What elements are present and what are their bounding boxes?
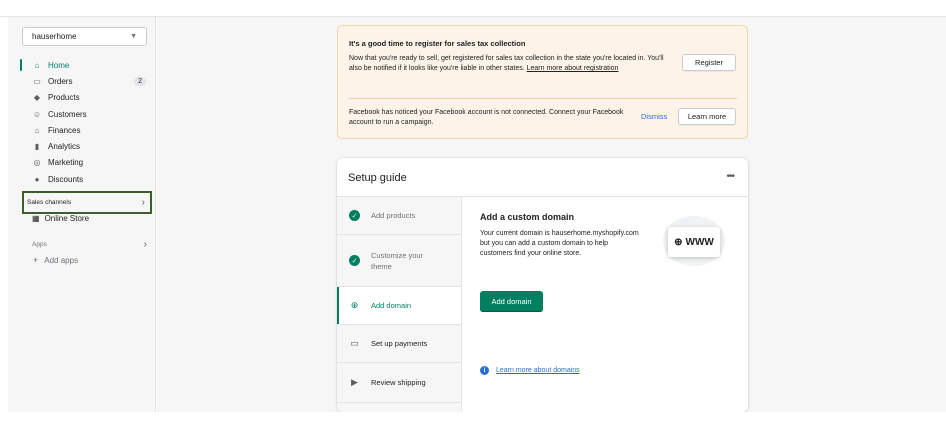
add-apps-link[interactable]: + Add apps <box>33 255 78 265</box>
sidebar-item-label: Customers <box>48 109 87 119</box>
sidebar-item-label: Online Store <box>44 214 90 223</box>
sidebar-item-label: Discounts <box>48 174 84 184</box>
step-label: Add domain <box>371 301 412 310</box>
registration-link[interactable]: Learn more about registration <box>527 65 619 72</box>
apps-header[interactable]: Apps › <box>32 239 147 250</box>
sidebar-item-discounts[interactable]: ● Discounts <box>20 171 150 187</box>
sidebar-item-label: Products <box>48 93 80 103</box>
bank-icon: ⌂ <box>34 125 40 135</box>
step-customize-theme[interactable]: ✓ Customize your theme <box>337 235 461 287</box>
top-bar <box>0 0 946 17</box>
sidebar-item-label: Home <box>48 60 70 70</box>
more-actions-button[interactable]: ••• <box>726 171 734 182</box>
facebook-notice-text: Facebook has noticed your Facebook accou… <box>349 109 624 126</box>
store-icon: ▦ <box>32 214 40 223</box>
add-apps-label: Add apps <box>44 255 79 265</box>
learn-more-domains: i Learn more about domains <box>480 366 580 375</box>
sales-tax-banner: It's a good time to register for sales t… <box>337 25 748 139</box>
orders-icon: ▭ <box>33 76 41 86</box>
sales-channels-label: Sales channels <box>27 199 72 206</box>
sidebar-item-home[interactable]: ⌂ Home <box>20 57 150 73</box>
detail-title: Add a custom domain <box>480 212 575 222</box>
store-selector[interactable]: hauserhome ▼ <box>22 27 147 46</box>
step-label: Customize your theme <box>371 250 424 271</box>
sidebar-item-label: Finances <box>48 125 81 135</box>
sidebar-item-label: Marketing <box>48 158 84 168</box>
step-add-products[interactable]: ✓ Add products <box>337 197 461 235</box>
store-name: hauserhome <box>32 32 77 41</box>
step-label: Set up payments <box>371 339 428 348</box>
globe-icon: ⊕ <box>350 300 359 310</box>
register-button[interactable]: Register <box>682 54 736 71</box>
banner-title: It's a good time to register for sales t… <box>349 39 526 48</box>
banner-divider <box>349 98 737 99</box>
www-illustration: ⊕ WWW <box>668 227 720 257</box>
step-label: Review shipping <box>371 378 426 387</box>
bottom-strip <box>0 412 946 425</box>
learn-more-domains-link[interactable]: Learn more about domains <box>496 367 580 374</box>
setup-guide-card: Setup guide ••• ✓ Add products ✓ Customi… <box>337 158 748 412</box>
chevron-right-icon: › <box>143 239 147 250</box>
sidebar-item-analytics[interactable]: ▮ Analytics <box>20 138 150 154</box>
person-icon: ☺ <box>32 109 42 119</box>
target-icon: ◎ <box>33 158 41 168</box>
sales-channels-header[interactable]: Sales channels › <box>22 191 152 214</box>
apps-label: Apps <box>32 241 47 248</box>
detail-text: Your current domain is hauserhome.myshop… <box>480 230 639 257</box>
learn-more-button[interactable]: Learn more <box>678 108 736 125</box>
globe-icon: ⊕ <box>674 236 683 248</box>
card-icon: ▭ <box>350 338 359 348</box>
sidebar-item-products[interactable]: ◆ Products <box>20 90 150 106</box>
discount-icon: ● <box>34 174 40 184</box>
sidebar-item-marketing[interactable]: ◎ Marketing <box>20 155 150 171</box>
checkmark-icon: ✓ <box>349 210 360 221</box>
add-domain-button[interactable]: Add domain <box>480 291 543 312</box>
setup-guide-title: Setup guide <box>348 172 407 184</box>
truck-icon: ▶ <box>351 377 358 387</box>
sidebar-item-finances[interactable]: ⌂ Finances <box>20 122 150 138</box>
plus-icon: + <box>33 255 39 265</box>
banner-text: Now that you're ready to sell, get regis… <box>349 54 674 74</box>
orders-count-badge: 2 <box>134 76 146 86</box>
tag-icon: ◆ <box>33 93 41 103</box>
chevron-down-icon: ▼ <box>130 33 137 40</box>
www-label: WWW <box>685 236 714 248</box>
step-set-up-payments[interactable]: ▭ Set up payments <box>337 325 461 363</box>
checkmark-icon: ✓ <box>349 255 360 266</box>
setup-step-list: ✓ Add products ✓ Customize your theme ⊕ … <box>337 197 462 412</box>
info-icon: i <box>480 366 489 375</box>
home-icon: ⌂ <box>34 60 40 70</box>
sidebar-item-label: Orders <box>48 76 73 86</box>
step-review-shipping[interactable]: ▶ Review shipping <box>337 363 461 403</box>
sidebar-nav: ⌂ Home ▭ Orders 2 ◆ Products ☺ Customers… <box>20 57 150 187</box>
sidebar-item-orders[interactable]: ▭ Orders 2 <box>20 73 150 89</box>
chevron-right-icon: › <box>141 197 145 208</box>
sidebar-item-online-store[interactable]: ▦ Online Store <box>32 214 89 223</box>
bar-chart-icon: ▮ <box>34 142 40 152</box>
dismiss-button[interactable]: Dismiss <box>641 112 667 121</box>
sidebar-item-customers[interactable]: ☺ Customers <box>20 106 150 122</box>
step-label: Add products <box>371 211 416 220</box>
sidebar-item-label: Analytics <box>48 142 81 152</box>
step-add-domain[interactable]: ⊕ Add domain <box>337 287 461 325</box>
